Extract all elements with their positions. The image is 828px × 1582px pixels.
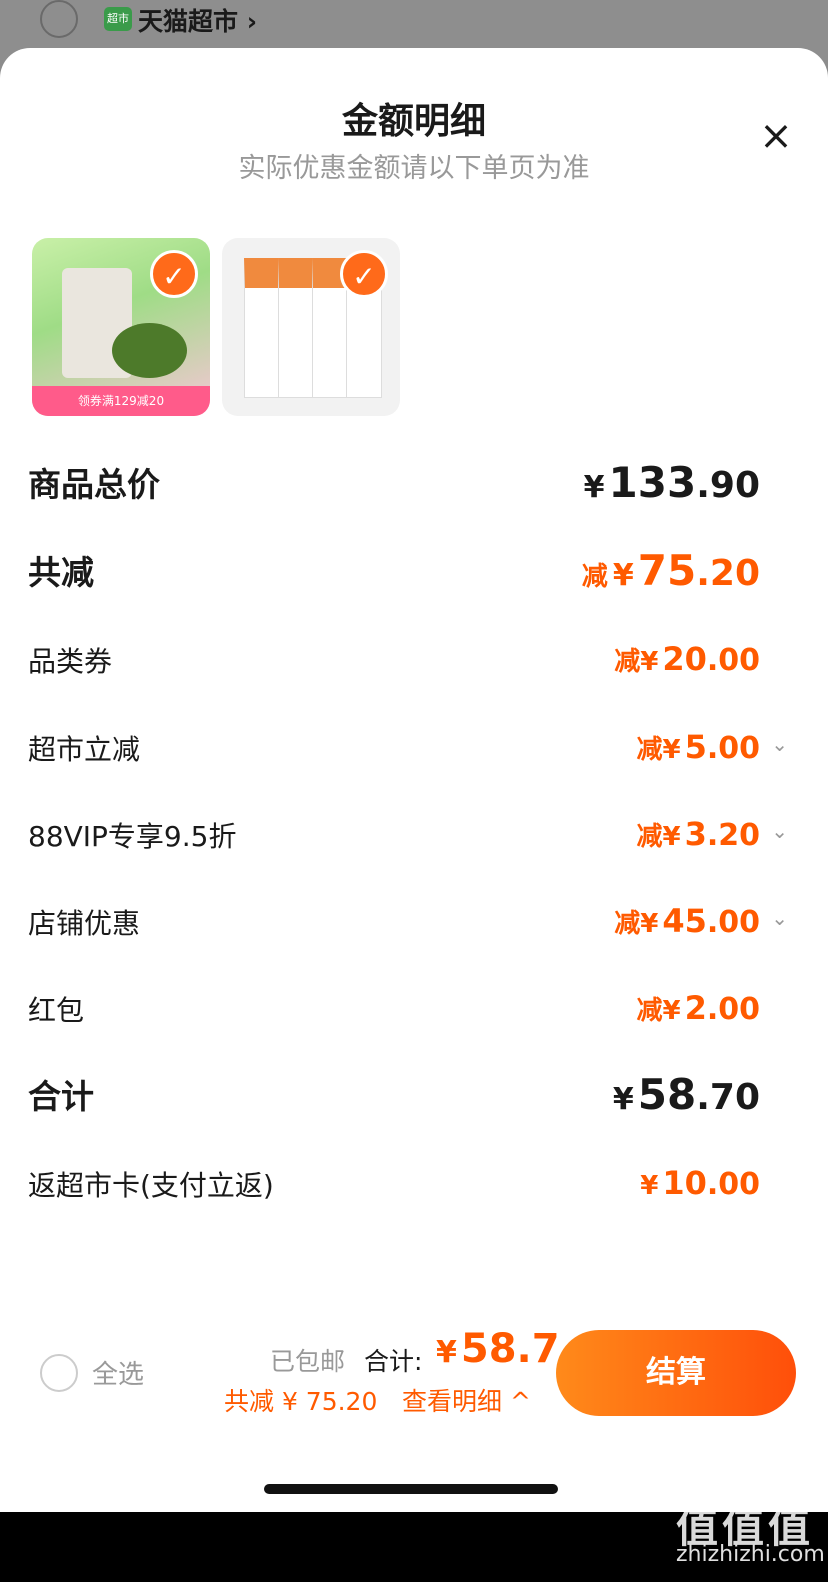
product-thumbnail-crackers[interactable]: ✓ bbox=[222, 238, 400, 416]
discount-item-amount: 减¥ 2.00 bbox=[636, 989, 760, 1027]
product-promo-banner: 领券满129减20 bbox=[32, 386, 210, 416]
watermark-text: zhizhizhi.com bbox=[676, 1542, 825, 1567]
sheet-title: 金额明细 bbox=[341, 101, 486, 142]
chevron-down-icon[interactable]: ⌄ bbox=[771, 819, 788, 843]
goods-total-row: 商品总价 ¥133.90 bbox=[28, 458, 788, 518]
cashback-label: 返超市卡(支付立返) bbox=[28, 1169, 274, 1202]
discount-item-red-packet: 红包 减¥ 2.00 bbox=[28, 989, 788, 1049]
store-select-radio[interactable] bbox=[40, 0, 78, 38]
select-all-radio[interactable] bbox=[40, 1354, 78, 1392]
goods-total-label: 商品总价 bbox=[28, 465, 160, 504]
discount-item-label: 88VIP专享9.5折 bbox=[28, 820, 237, 853]
total-discount-label: 共减 bbox=[28, 553, 94, 592]
close-icon[interactable]: × bbox=[752, 112, 800, 160]
home-indicator[interactable] bbox=[264, 1484, 558, 1494]
discount-item-amount: 减¥ 3.20 bbox=[636, 815, 760, 853]
discount-item-label: 品类券 bbox=[28, 645, 113, 678]
product-thumbnail-tea[interactable]: 领券满129减20 ✓ bbox=[32, 238, 210, 416]
goods-total-amount: ¥133.90 bbox=[583, 458, 760, 507]
discount-item-88vip[interactable]: 88VIP专享9.5折 减¥ 3.20 ⌄ bbox=[28, 815, 788, 875]
footer-saving-text: 共减 ¥ 75.20 bbox=[224, 1387, 378, 1416]
sheet-subtitle: 实际优惠金额请以下单页为准 bbox=[238, 153, 590, 184]
cracker-box-image bbox=[244, 258, 280, 398]
free-shipping-label: 已包邮 bbox=[270, 1347, 346, 1376]
chevron-down-icon[interactable]: ⌄ bbox=[771, 906, 788, 930]
discount-item-label: 店铺优惠 bbox=[28, 907, 141, 940]
cashback-amount: ¥10.00 bbox=[640, 1164, 760, 1202]
checked-icon[interactable]: ✓ bbox=[340, 250, 388, 298]
cashback-row: 返超市卡(支付立返) ¥10.00 bbox=[28, 1164, 788, 1224]
discount-item-label: 超市立减 bbox=[28, 733, 141, 766]
discount-item-store[interactable]: 店铺优惠 减¥ 45.00 ⌄ bbox=[28, 902, 788, 962]
amount-detail-sheet: 金额明细 实际优惠金额请以下单页为准 × 领券满129减20 ✓ ✓ 商品总价 … bbox=[0, 48, 828, 1512]
chevron-down-icon[interactable]: ⌄ bbox=[771, 732, 788, 756]
total-discount-amount: 减 ¥75.20 bbox=[581, 546, 760, 595]
footer-total-amount: ¥58.7 bbox=[436, 1326, 560, 1372]
discount-item-category-coupon: 品类券 减¥ 20.00 bbox=[28, 640, 788, 700]
discount-item-amount: 减¥ 45.00 bbox=[614, 902, 760, 940]
tea-leaves-image bbox=[112, 323, 187, 378]
cracker-box-image bbox=[278, 258, 314, 398]
discount-item-amount: 减¥ 5.00 bbox=[636, 728, 760, 766]
tmall-supermarket-icon: 超市 bbox=[104, 7, 132, 31]
discount-item-supermarket-instant[interactable]: 超市立减 减¥ 5.00 ⌄ bbox=[28, 728, 788, 788]
total-discount-row: 共减 减 ¥75.20 bbox=[28, 546, 788, 606]
checked-icon[interactable]: ✓ bbox=[150, 250, 198, 298]
sum-label: 合计 bbox=[28, 1077, 94, 1116]
sum-amount: ¥58.70 bbox=[612, 1070, 760, 1119]
select-all-label[interactable]: 全选 bbox=[92, 1354, 144, 1391]
view-details-link[interactable]: 查看明细 ^ bbox=[402, 1382, 531, 1418]
sum-row: 合计 ¥58.70 bbox=[28, 1070, 788, 1130]
discount-item-amount: 减¥ 20.00 bbox=[614, 640, 760, 678]
footer-total-label: 合计: bbox=[364, 1347, 423, 1376]
discount-item-label: 红包 bbox=[28, 994, 85, 1027]
store-name-link[interactable]: 天猫超市 › bbox=[138, 2, 257, 38]
checkout-button[interactable]: 结算 bbox=[556, 1330, 796, 1416]
